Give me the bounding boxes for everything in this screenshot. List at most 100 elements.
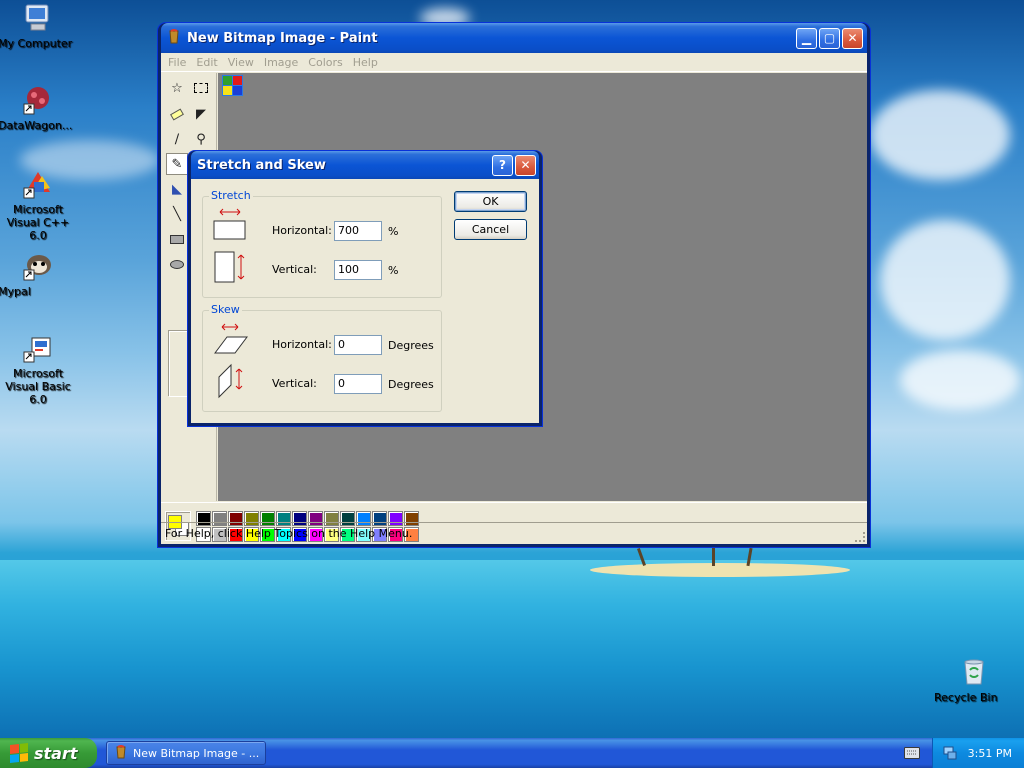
canvas-image[interactable] — [222, 75, 243, 96]
paint-window-title: New Bitmap Image - Paint — [187, 30, 378, 46]
menu-bar: File Edit View Image Colors Help — [161, 53, 867, 72]
skew-horizontal-icon — [213, 323, 249, 360]
stretch-skew-dialog: Stretch and Skew ? ✕ Stretch Horizontal:… — [188, 151, 542, 426]
dialog-body: Stretch Horizontal: 700 % Vertical: 100 … — [191, 179, 539, 423]
stretch-group: Stretch Horizontal: 700 % Vertical: 100 … — [202, 189, 442, 298]
desktop-icon-datawagon[interactable]: DataWagon... — [0, 84, 78, 132]
airbrush-icon: ◣ — [172, 181, 182, 197]
skew-horizontal-unit: Degrees — [388, 339, 434, 352]
menu-view[interactable]: View — [223, 56, 259, 69]
status-bar: For Help, click Help Topics on the Help … — [161, 522, 867, 544]
stretch-horizontal-unit: % — [388, 225, 399, 238]
stretch-horizontal-input[interactable]: 700 — [334, 221, 382, 241]
line-tool[interactable]: ╲ — [166, 203, 188, 225]
stretch-vertical-input[interactable]: 100 — [334, 260, 382, 280]
dialog-titlebar[interactable]: Stretch and Skew ? ✕ — [191, 151, 539, 179]
skew-vertical-input[interactable]: 0 — [334, 374, 382, 394]
keyboard-tray-icon[interactable] — [904, 747, 920, 762]
cloud — [880, 220, 1010, 340]
eraser-icon — [170, 107, 184, 121]
canvas-drawing — [222, 75, 243, 96]
stretch-horizontal-icon — [213, 208, 247, 247]
desktop-icon-visual-basic[interactable]: Microsoft Visual Basic 6.0 — [0, 332, 78, 406]
minimize-icon: ▁ — [801, 31, 812, 45]
help-icon: ? — [499, 158, 506, 172]
stretch-vertical-unit: % — [388, 264, 399, 277]
free-select-icon: ☆ — [171, 80, 183, 96]
taskbar-paint-button[interactable]: New Bitmap Image - ... — [106, 741, 266, 765]
visual-basic-icon — [22, 332, 54, 364]
skew-vertical-label: Vertical: — [272, 377, 317, 390]
select-icon — [194, 83, 208, 93]
cloud — [900, 350, 1020, 410]
menu-edit[interactable]: Edit — [191, 56, 222, 69]
desktop-icon-my-computer[interactable]: My Computer — [0, 2, 78, 50]
maximize-icon: ▢ — [823, 31, 836, 45]
desktop-icon-mypal[interactable]: Mypal — [0, 250, 78, 298]
maximize-button[interactable]: ▢ — [819, 27, 840, 49]
clock[interactable]: 3:51 PM — [968, 747, 1012, 760]
skew-vertical-icon — [217, 363, 251, 402]
status-text: For Help, click Help Topics on the Help … — [165, 526, 413, 540]
magnifier-tool[interactable]: ⚲ — [190, 128, 212, 150]
menu-file[interactable]: File — [163, 56, 191, 69]
mypal-icon — [22, 250, 54, 282]
rectangle-icon — [170, 234, 184, 244]
paint-app-icon — [167, 28, 181, 48]
free-select-tool[interactable]: ☆ — [166, 77, 188, 99]
menu-image[interactable]: Image — [259, 56, 303, 69]
cloud — [870, 90, 1010, 180]
ellipse-icon — [170, 259, 184, 269]
skew-horizontal-input[interactable]: 0 — [334, 335, 382, 355]
fill-bucket-icon: ◤ — [196, 106, 206, 122]
airbrush-tool[interactable]: ◣ — [166, 178, 188, 200]
select-tool[interactable] — [190, 77, 212, 99]
eraser-tool[interactable] — [166, 103, 188, 125]
stretch-vertical-icon — [214, 251, 248, 288]
menu-colors[interactable]: Colors — [303, 56, 347, 69]
help-button[interactable]: ? — [492, 154, 513, 176]
paint-task-icon — [115, 744, 127, 762]
island — [590, 563, 850, 577]
cancel-button[interactable]: Cancel — [454, 219, 527, 240]
skew-horizontal-label: Horizontal: — [272, 338, 332, 351]
windows-logo-icon — [10, 743, 28, 763]
close-icon: ✕ — [520, 158, 531, 172]
desktop-icon-visual-cpp[interactable]: Microsoft Visual C++ 6.0 — [0, 168, 78, 242]
stretch-vertical-label: Vertical: — [272, 263, 317, 276]
pencil-tool[interactable]: ✎ — [166, 153, 188, 175]
pencil-icon: ✎ — [171, 156, 183, 172]
pick-color-tool[interactable]: ∕ — [166, 128, 188, 150]
network-tray-icon[interactable] — [943, 746, 957, 763]
line-icon: ╲ — [173, 206, 181, 222]
visual-cpp-icon — [22, 168, 54, 200]
skew-group: Skew Horizontal: 0 Degrees Vertical: 0 D… — [202, 303, 442, 412]
close-icon: ✕ — [847, 31, 858, 45]
taskbar-paint-label: New Bitmap Image - ... — [133, 746, 260, 760]
dialog-title: Stretch and Skew — [197, 157, 326, 173]
fill-tool[interactable]: ◤ — [190, 103, 212, 125]
paint-titlebar[interactable]: New Bitmap Image - Paint ▁ ▢ ✕ — [161, 23, 867, 53]
resize-grip[interactable] — [855, 532, 865, 542]
eyedropper-icon: ∕ — [174, 131, 180, 147]
stretch-group-label: Stretch — [209, 189, 253, 202]
minimize-button[interactable]: ▁ — [796, 27, 817, 49]
recycle-bin-icon — [958, 656, 990, 688]
dialog-close-button[interactable]: ✕ — [515, 154, 536, 176]
close-button[interactable]: ✕ — [842, 27, 863, 49]
ellipse-tool[interactable] — [166, 253, 188, 275]
start-label: start — [34, 743, 78, 763]
desktop-icon-recycle-bin[interactable]: Recycle Bin — [934, 656, 1014, 704]
sea — [0, 560, 1024, 740]
menu-help[interactable]: Help — [348, 56, 383, 69]
stretch-horizontal-label: Horizontal: — [272, 224, 332, 237]
system-tray: 3:51 PM — [932, 738, 1024, 768]
start-button[interactable]: start — [0, 738, 97, 768]
magnifier-icon: ⚲ — [196, 131, 206, 147]
rectangle-tool[interactable] — [166, 228, 188, 250]
computer-icon — [22, 2, 54, 34]
taskbar: start New Bitmap Image - ... 3:51 PM — [0, 738, 1024, 768]
ok-button[interactable]: OK — [454, 191, 527, 212]
palm-tree — [712, 548, 715, 566]
skew-vertical-unit: Degrees — [388, 378, 434, 391]
